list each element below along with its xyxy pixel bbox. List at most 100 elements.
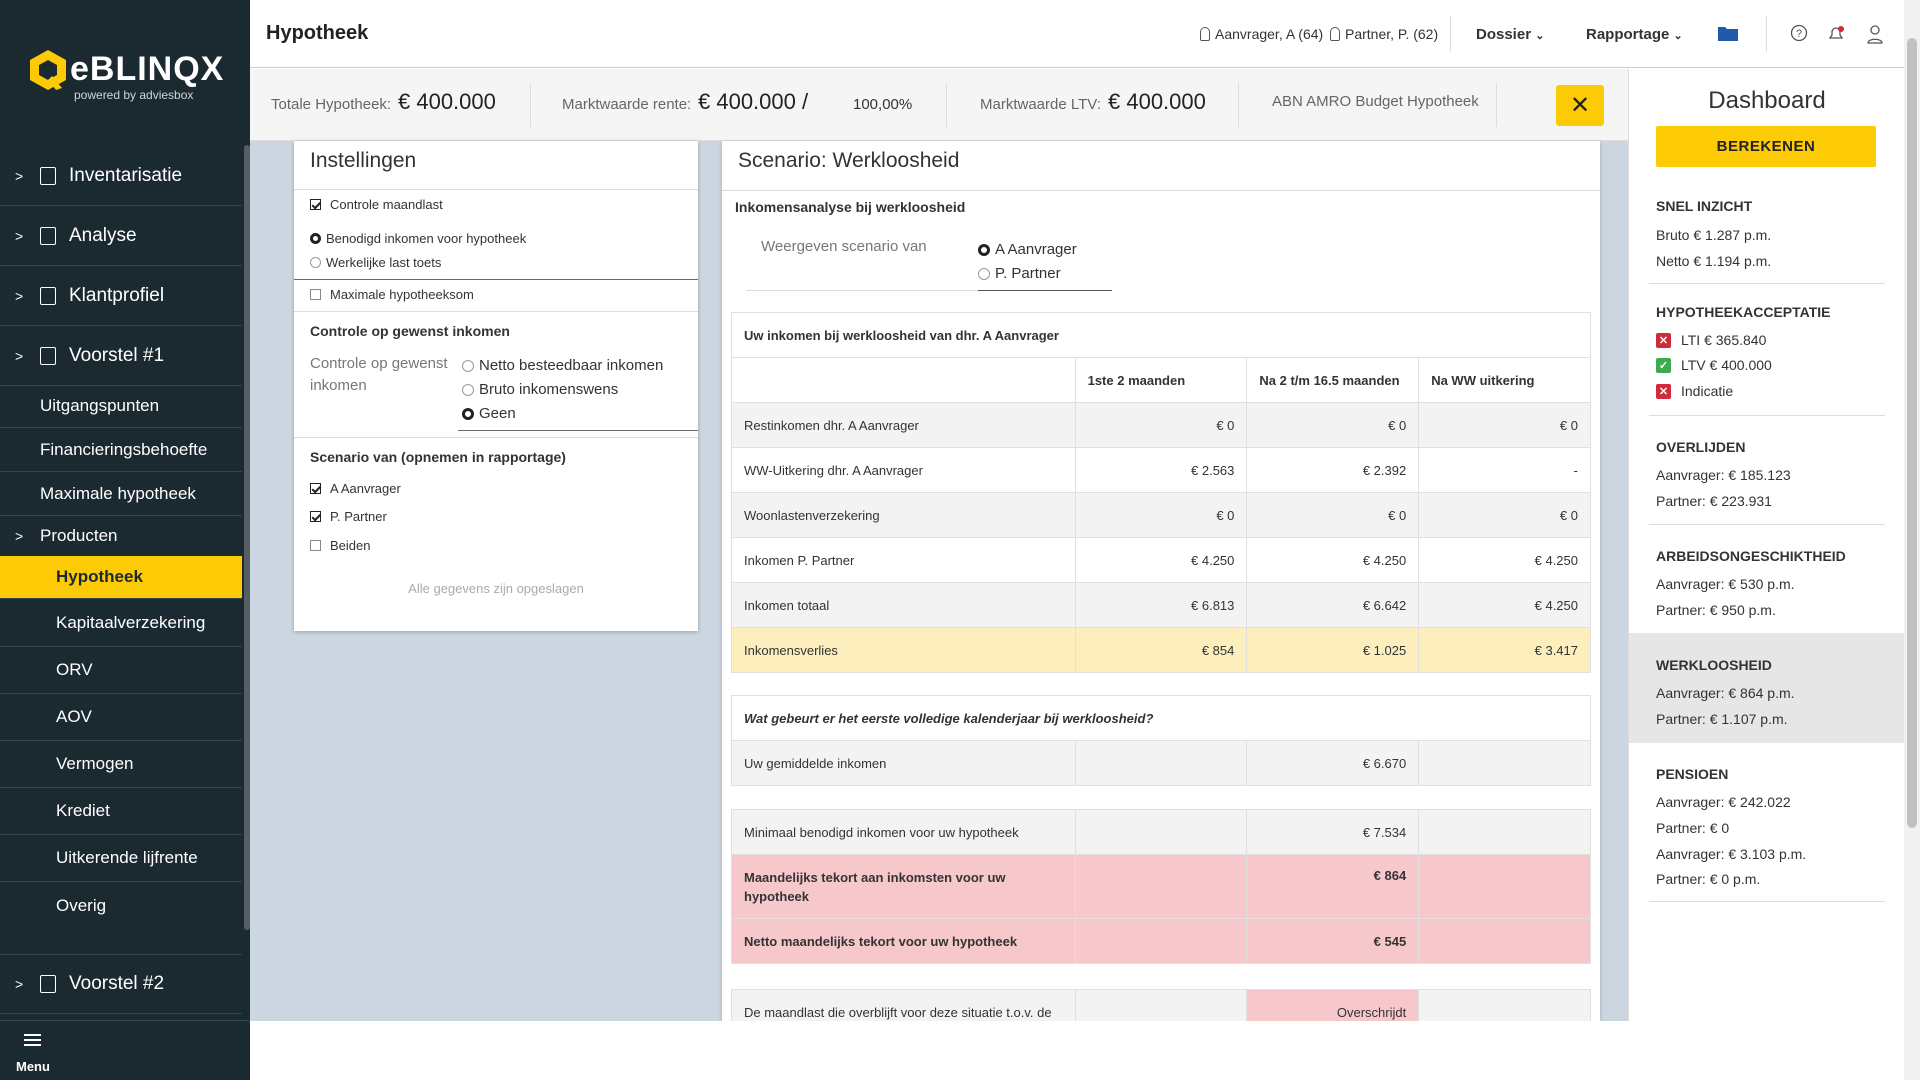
- user-icon[interactable]: [1866, 24, 1886, 44]
- table-cell: [1074, 740, 1248, 786]
- checkbox-checked-icon: [310, 199, 321, 210]
- sidebar-item-krediet[interactable]: Krediet: [0, 788, 242, 835]
- radio-label: Bruto inkomenswens: [479, 381, 619, 398]
- pensioen-aanvrager: Aanvrager: € 242.022: [1656, 794, 1791, 810]
- table-cell: € 2.563: [1074, 447, 1248, 493]
- close-icon: ✕: [1569, 92, 1591, 119]
- sidebar-item-label: Klantprofiel: [69, 284, 165, 306]
- pensioen-partner-pm: Partner: € 0 p.m.: [1656, 871, 1761, 887]
- top-bar: Hypotheek Aanvrager, A (64) Partner, P. …: [250, 0, 1905, 68]
- lti-value: LTI € 365.840: [1681, 332, 1767, 348]
- row-label: Inkomen totaal: [731, 582, 1076, 628]
- table-cell: € 3.417: [1418, 627, 1591, 673]
- geen-radio[interactable]: Geen: [462, 405, 516, 422]
- income-table: Uw inkomen bij werkloosheid van dhr. A A…: [731, 312, 1591, 673]
- netto-besteedbaar-radio[interactable]: Netto besteedbaar inkomen: [462, 357, 663, 374]
- table-cell: € 854: [1074, 627, 1248, 673]
- applicant-aanvrager[interactable]: Aanvrager, A (64): [1200, 26, 1323, 42]
- applicant-name: Aanvrager, A (64): [1215, 26, 1324, 42]
- scenario-beiden-checkbox[interactable]: Beiden: [310, 538, 370, 553]
- sidebar-item-klantprofiel[interactable]: > Klantprofiel: [0, 266, 242, 326]
- radio-label: Netto besteedbaar inkomen: [479, 357, 664, 374]
- tekort-table: Minimaal benodigd inkomen voor uw hypoth…: [731, 809, 1591, 964]
- scrollbar-thumb[interactable]: [1907, 38, 1917, 828]
- table-row: Woonlastenverzekering € 0 € 0 € 0: [731, 492, 1591, 538]
- chevron-right-icon: >: [15, 976, 24, 992]
- scenario-p-partner-checkbox[interactable]: P. Partner: [310, 509, 387, 524]
- notification-bell-icon[interactable]: [1826, 24, 1846, 44]
- table-cell: € 6.642: [1246, 582, 1420, 628]
- table-cell: [1074, 989, 1248, 1021]
- table-title: Uw inkomen bij werkloosheid van dhr. A A…: [731, 312, 1591, 358]
- radio-label: Benodigd inkomen voor hypotheek: [326, 231, 527, 246]
- berekenen-button[interactable]: BEREKENEN: [1656, 126, 1876, 167]
- close-button[interactable]: ✕: [1556, 85, 1604, 126]
- logo-icon: [30, 50, 66, 90]
- sidebar-item-uitkerende-lijfrente[interactable]: Uitkerende lijfrente: [0, 835, 242, 882]
- sidebar-item-orv[interactable]: ORV: [0, 647, 242, 694]
- chevron-right-icon: >: [15, 227, 24, 244]
- settings-panel: Instellingen Controle maandlast Benodigd…: [294, 141, 698, 631]
- rapportage-label: Rapportage: [1586, 26, 1670, 43]
- sidebar-item-hypotheek[interactable]: Hypotheek: [0, 556, 242, 599]
- ao-partner: Partner: € 950 p.m.: [1656, 602, 1776, 618]
- sidebar-item-producten[interactable]: > Producten: [0, 514, 242, 558]
- sidebar-item-voorstel-1[interactable]: > Voorstel #1: [0, 326, 242, 386]
- help-icon[interactable]: ?: [1790, 24, 1810, 44]
- totale-hypotheek-label: Totale Hypotheek:: [271, 96, 392, 113]
- radio-unselected-icon: [310, 257, 321, 268]
- marktwaarde-rente-value: € 400.000: [698, 89, 796, 114]
- svg-text:?: ?: [1796, 28, 1802, 40]
- menu-label: Menu: [16, 1059, 50, 1074]
- sidebar-item-aov[interactable]: AOV: [0, 694, 242, 741]
- folder-icon[interactable]: [1717, 24, 1738, 44]
- dashboard-panel: Dashboard BEREKENEN SNEL INZICHT Bruto €…: [1628, 69, 1905, 1021]
- sidebar-item-label: Voorstel #2: [69, 973, 165, 994]
- row-label: WW-Uitkering dhr. A Aanvrager: [731, 447, 1076, 493]
- applicant-partner[interactable]: Partner, P. (62): [1330, 26, 1438, 42]
- table-row: Inkomen totaal € 6.813 € 6.642 € 4.250: [731, 582, 1591, 628]
- maximale-hypotheeksom-checkbox[interactable]: Maximale hypotheeksom: [310, 287, 474, 302]
- row-label: Netto maandelijks tekort voor uw hypothe…: [731, 918, 1076, 964]
- sidebar-item-kapitaalverzekering[interactable]: Kapitaalverzekering: [0, 600, 242, 647]
- sidebar-item-vermogen[interactable]: Vermogen: [0, 741, 242, 788]
- table-cell: Overschrijdt: [1246, 989, 1420, 1021]
- sidebar-item-inventarisatie[interactable]: > Inventarisatie: [0, 146, 242, 206]
- sidebar-item-uitgangspunten[interactable]: Uitgangspunten: [0, 384, 242, 428]
- sidebar-item-label: Uitkerende lijfrente: [56, 848, 198, 867]
- divider: [1649, 283, 1885, 284]
- dossier-dropdown[interactable]: Dossier ⌄: [1476, 26, 1544, 43]
- radio-selected-icon: [310, 233, 321, 244]
- table-row-warning: Maandelijks tekort aan inkomsten voor uw…: [731, 854, 1591, 919]
- sidebar-item-financieringsbehoefte[interactable]: Financieringsbehoefte: [0, 428, 242, 472]
- row-label: Restinkomen dhr. A Aanvrager: [731, 402, 1076, 448]
- table-cell: € 4.250: [1246, 537, 1420, 583]
- table-cell: € 6.813: [1074, 582, 1248, 628]
- chevron-down-icon: ⌄: [1535, 30, 1545, 42]
- sidebar-item-overig[interactable]: Overig: [0, 882, 242, 929]
- row-label: Inkomen P. Partner: [731, 537, 1076, 583]
- werkloosheid-section[interactable]: WERKLOOSHEID Aanvrager: € 864 p.m. Partn…: [1629, 633, 1905, 743]
- werkelijke-last-radio[interactable]: Werkelijke last toets: [310, 255, 441, 270]
- weergeven-a-aanvrager-radio[interactable]: A Aanvrager: [978, 241, 1077, 258]
- divider: [1649, 415, 1885, 416]
- brand-subtitle: powered by adviesbox: [74, 88, 194, 102]
- rapportage-dropdown[interactable]: Rapportage ⌄: [1586, 26, 1683, 43]
- table-header-row: 1ste 2 maanden Na 2 t/m 16.5 maanden Na …: [731, 357, 1591, 403]
- benodigd-inkomen-radio[interactable]: Benodigd inkomen voor hypotheek: [310, 231, 526, 246]
- page-scrollbar[interactable]: [1904, 0, 1920, 1080]
- sidebar-item-label: Maximale hypotheek: [40, 483, 196, 503]
- arbeidsongeschiktheid-heading: ARBEIDSONGESCHIKTHEID: [1656, 548, 1846, 564]
- table-row: WW-Uitkering dhr. A Aanvrager € 2.563 € …: [731, 447, 1591, 493]
- table-cell: € 4.250: [1418, 582, 1591, 628]
- sidebar-item-analyse[interactable]: > Analyse: [0, 206, 242, 266]
- scenario-a-aanvrager-checkbox[interactable]: A Aanvrager: [310, 481, 401, 496]
- bruto-inkomenswens-radio[interactable]: Bruto inkomenswens: [462, 381, 618, 398]
- menu-button[interactable]: Menu: [0, 1020, 250, 1080]
- controle-maandlast-checkbox[interactable]: Controle maandlast: [310, 197, 443, 212]
- checkbox-unchecked-icon: [310, 540, 321, 551]
- ltv-value: LTV € 400.000: [1681, 357, 1772, 373]
- sidebar-item-maximale-hypotheek[interactable]: Maximale hypotheek: [0, 472, 242, 516]
- weergeven-p-partner-radio[interactable]: P. Partner: [978, 265, 1061, 282]
- sidebar-item-voorstel-2[interactable]: > Voorstel #2: [0, 954, 242, 1014]
